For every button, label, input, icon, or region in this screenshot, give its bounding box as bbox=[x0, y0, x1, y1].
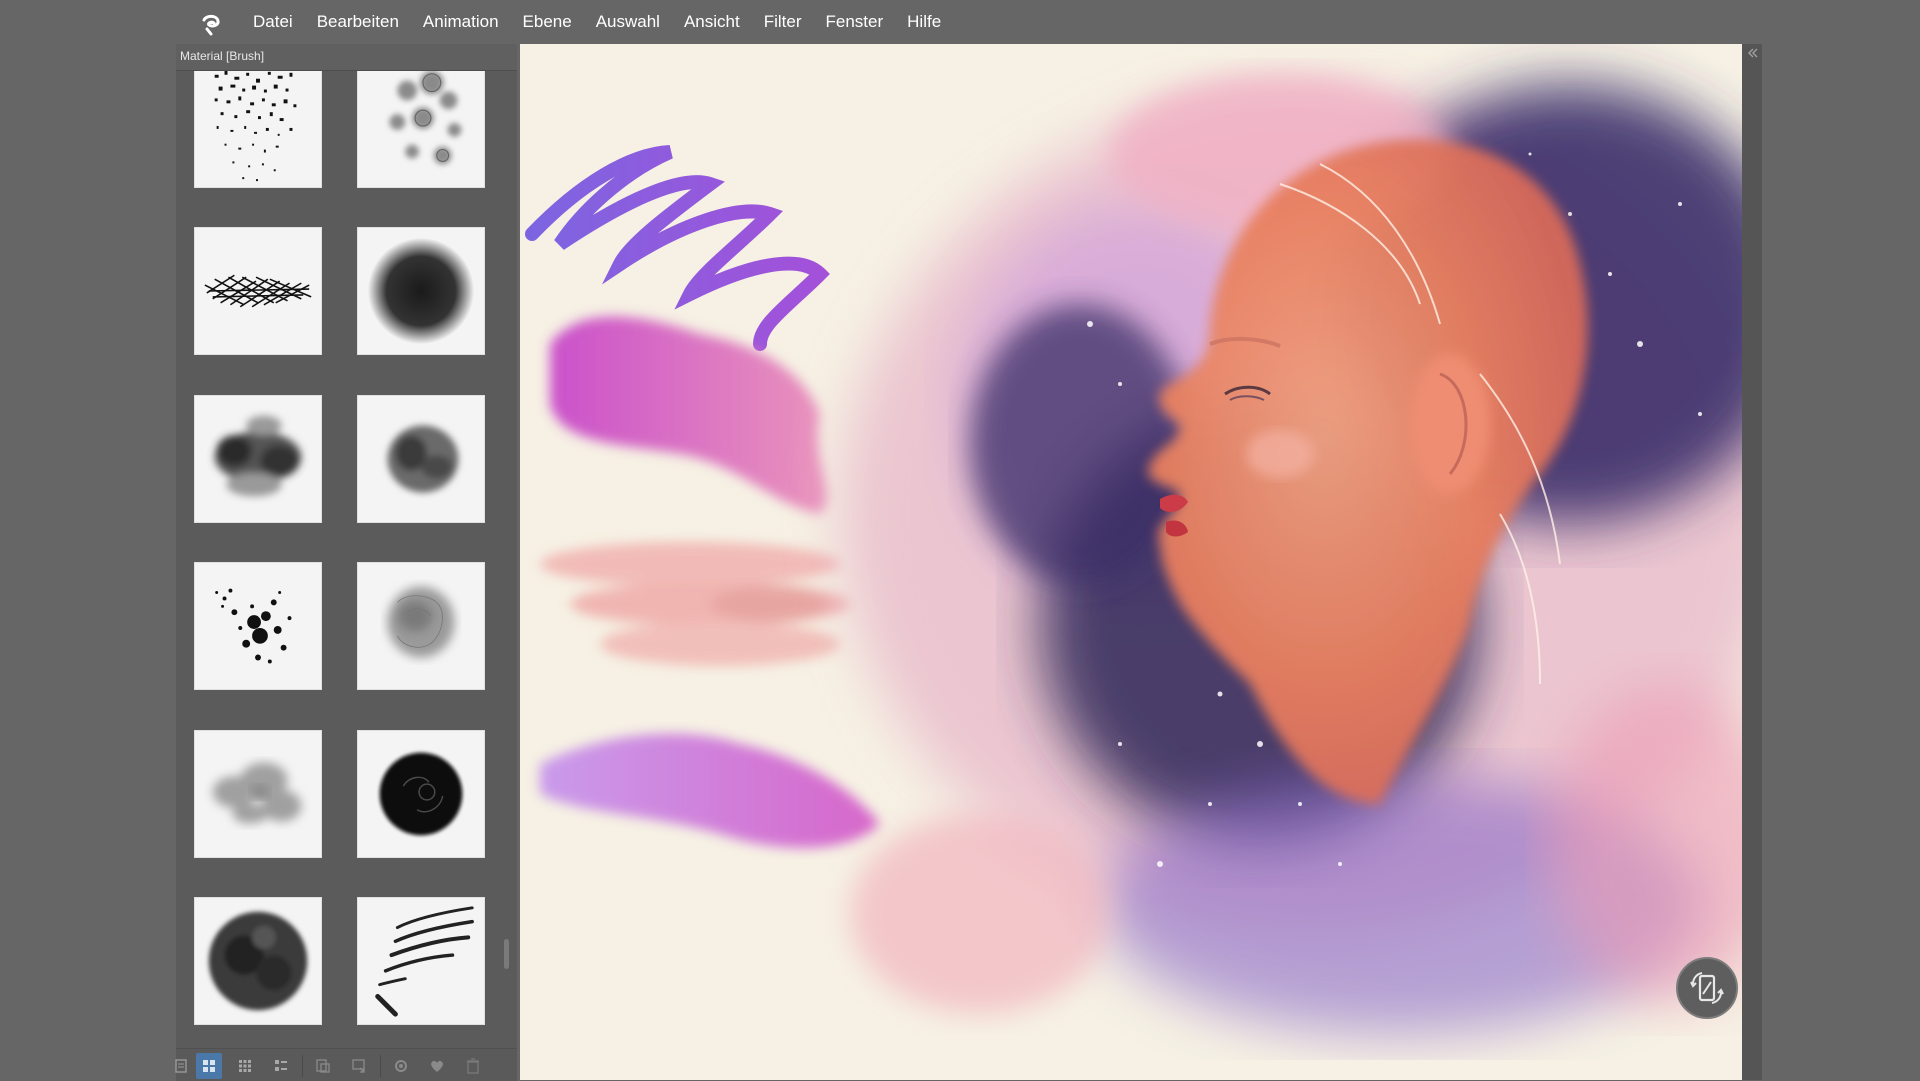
small-grid-view-icon bbox=[239, 1060, 251, 1072]
list-view-button[interactable] bbox=[168, 1053, 194, 1079]
large-grid-view-icon bbox=[203, 1060, 215, 1072]
rotate-device-icon bbox=[1690, 972, 1724, 1004]
artwork bbox=[525, 74, 1742, 1034]
panel-title: Material [Brush] bbox=[180, 49, 265, 63]
delete-button[interactable] bbox=[460, 1053, 486, 1079]
material-thumbnail[interactable] bbox=[194, 395, 322, 523]
panel-header: Material [Brush] bbox=[176, 44, 517, 71]
small-grid-view-button[interactable] bbox=[232, 1053, 258, 1079]
menu-bearbeiten[interactable]: Bearbeiten bbox=[305, 0, 411, 44]
menu-filter[interactable]: Filter bbox=[752, 0, 814, 44]
settings-icon bbox=[395, 1060, 407, 1072]
menu-auswahl[interactable]: Auswahl bbox=[584, 0, 672, 44]
menu-hilfe[interactable]: Hilfe bbox=[895, 0, 953, 44]
material-thumbnail[interactable] bbox=[357, 897, 485, 1025]
menu-fenster[interactable]: Fenster bbox=[814, 0, 896, 44]
sponge-blot-brush-icon bbox=[208, 911, 308, 1011]
material-thumbnail[interactable] bbox=[357, 395, 485, 523]
panel-toolbar bbox=[175, 1048, 517, 1081]
material-thumbnail[interactable] bbox=[194, 71, 322, 188]
detail-list-view-button[interactable] bbox=[268, 1053, 294, 1079]
brush-stroke-violet bbox=[525, 145, 830, 351]
soft-round-brush-icon bbox=[367, 237, 475, 345]
material-thumbnail[interactable] bbox=[357, 562, 485, 690]
menu-ansicht[interactable]: Ansicht bbox=[672, 0, 752, 44]
trash-icon bbox=[467, 1058, 479, 1074]
import-material-icon bbox=[352, 1059, 365, 1073]
settings-button[interactable] bbox=[388, 1053, 414, 1079]
wet-blot-brush-icon bbox=[387, 425, 459, 493]
brush-stroke-lilac-crayon bbox=[540, 733, 880, 848]
material-grid bbox=[176, 71, 517, 1051]
paste-to-palette-icon bbox=[316, 1059, 330, 1073]
dots-noise-brush-icon bbox=[214, 71, 297, 182]
dark-sphere-brush-icon bbox=[379, 752, 463, 836]
menu-animation[interactable]: Animation bbox=[411, 0, 511, 44]
diagonal-strokes-brush-icon bbox=[375, 906, 474, 1017]
double-chevron-left-icon bbox=[1748, 48, 1758, 58]
detail-list-view-icon bbox=[275, 1060, 287, 1071]
crosshatch-brush-icon bbox=[204, 274, 312, 308]
toolbar-separator bbox=[302, 1055, 303, 1077]
watercolor-splash-brush-icon bbox=[214, 415, 302, 497]
panel-scrollbar-handle[interactable] bbox=[504, 939, 509, 969]
menu-items: Datei Bearbeiten Animation Ebene Auswahl… bbox=[253, 0, 953, 44]
material-thumbnail[interactable] bbox=[357, 71, 485, 188]
ink-splatter-brush-icon bbox=[215, 588, 292, 664]
app-logo-icon[interactable] bbox=[198, 12, 224, 38]
drawing-canvas[interactable] bbox=[520, 44, 1742, 1080]
collapse-panel-button[interactable] bbox=[1746, 46, 1760, 60]
toolbar-separator bbox=[380, 1055, 381, 1077]
rotate-canvas-button[interactable] bbox=[1676, 957, 1738, 1019]
large-grid-view-button[interactable] bbox=[196, 1053, 222, 1079]
brush-stroke-magenta bbox=[550, 316, 828, 514]
blob-scatter-brush-icon bbox=[389, 71, 462, 165]
favorite-button[interactable] bbox=[424, 1053, 450, 1079]
favorite-heart-icon bbox=[431, 1060, 443, 1072]
material-thumbnail[interactable] bbox=[194, 227, 322, 355]
material-thumbnail[interactable] bbox=[357, 227, 485, 355]
menu-ebene[interactable]: Ebene bbox=[511, 0, 584, 44]
import-material-button[interactable] bbox=[346, 1053, 372, 1079]
brush-stroke-pink bbox=[540, 542, 850, 666]
paste-to-palette-button[interactable] bbox=[310, 1053, 336, 1079]
material-thumbnail[interactable] bbox=[357, 730, 485, 858]
material-thumbnail[interactable] bbox=[194, 897, 322, 1025]
bleed-cloud-brush-icon bbox=[387, 586, 455, 658]
material-panel: Material [Brush] bbox=[175, 44, 517, 1081]
material-thumbnail[interactable] bbox=[194, 730, 322, 858]
menu-datei[interactable]: Datei bbox=[253, 0, 305, 44]
right-panel-strip bbox=[1742, 44, 1762, 1080]
material-thumbnail[interactable] bbox=[194, 562, 322, 690]
cloud-wash-brush-icon bbox=[212, 762, 302, 824]
menu-bar: Datei Bearbeiten Animation Ebene Auswahl… bbox=[0, 0, 1920, 44]
list-view-icon bbox=[175, 1059, 187, 1073]
